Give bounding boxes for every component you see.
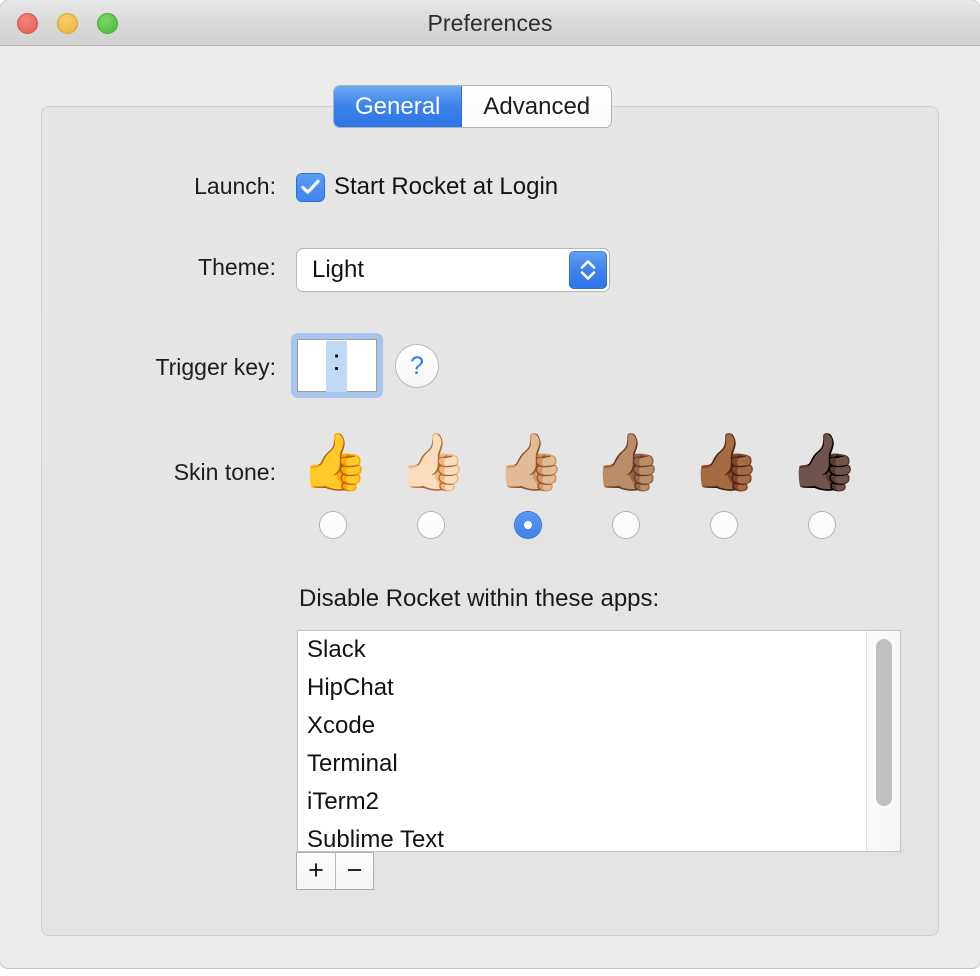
tab-advanced[interactable]: Advanced	[462, 86, 612, 127]
list-item[interactable]: Xcode	[298, 707, 866, 745]
chevron-up-down-glyph	[580, 260, 596, 280]
checkmark-icon	[301, 179, 320, 194]
start-at-login-checkbox[interactable]	[297, 174, 324, 201]
theme-selected-value: Light	[312, 256, 365, 283]
trigger-key-selection: :	[326, 341, 347, 392]
skin-tone-radio-4[interactable]	[613, 512, 639, 538]
skin-tone-emoji-4[interactable]: 👍🏽	[593, 427, 663, 497]
launch-label: Launch:	[194, 173, 276, 199]
minus-icon: −	[346, 855, 363, 885]
list-item[interactable]: iTerm2	[298, 783, 866, 821]
skin-tone-radio-2[interactable]	[418, 512, 444, 538]
disabled-apps-items: Slack HipChat Xcode Terminal iTerm2 Subl…	[298, 631, 866, 851]
plus-icon: +	[308, 855, 324, 885]
skin-tone-emoji-3[interactable]: 👍🏼	[496, 427, 566, 497]
skin-tone-emoji-5[interactable]: 👍🏾	[691, 427, 761, 497]
skin-tone-emoji-1[interactable]: 👍	[300, 427, 370, 497]
titlebar: Preferences	[0, 0, 980, 46]
list-item[interactable]: Terminal	[298, 745, 866, 783]
list-edit-buttons: + −	[297, 853, 373, 889]
trigger-key-input[interactable]: :	[297, 339, 377, 392]
skin-tone-radio-6[interactable]	[809, 512, 835, 538]
disable-apps-caption: Disable Rocket within these apps:	[299, 585, 660, 612]
skin-tone-emoji-6[interactable]: 👍🏿	[789, 427, 859, 497]
preferences-window: Preferences General Advanced Launch: Sta…	[0, 0, 980, 968]
trigger-key-field[interactable]: :	[291, 333, 383, 398]
help-button[interactable]: ?	[396, 345, 438, 387]
trigger-key-label: Trigger key:	[155, 354, 276, 380]
theme-label: Theme:	[198, 254, 276, 280]
tab-general[interactable]: General	[334, 86, 463, 127]
skin-tone-radio-1[interactable]	[320, 512, 346, 538]
list-scrollbar[interactable]	[866, 631, 900, 851]
window-title: Preferences	[427, 10, 553, 36]
add-app-button[interactable]: +	[297, 853, 335, 889]
trigger-key-value: :	[332, 344, 341, 377]
list-item[interactable]: HipChat	[298, 669, 866, 707]
chevron-up-down-icon[interactable]	[569, 251, 607, 289]
list-item[interactable]: Slack	[298, 631, 866, 669]
skin-tone-radio-5[interactable]	[711, 512, 737, 538]
list-item[interactable]: Sublime Text	[298, 821, 866, 851]
tab-bar: General Advanced	[334, 86, 612, 127]
skin-tone-emoji-2[interactable]: 👍🏻	[398, 427, 468, 497]
skin-tone-radio-3[interactable]	[515, 512, 541, 538]
start-at-login-label[interactable]: Start Rocket at Login	[334, 173, 558, 201]
list-scrollbar-thumb[interactable]	[876, 639, 892, 806]
theme-popup-button[interactable]: Light	[297, 249, 609, 291]
disabled-apps-list[interactable]: Slack HipChat Xcode Terminal iTerm2 Subl…	[297, 630, 901, 852]
skin-tone-label: Skin tone:	[173, 459, 276, 485]
remove-app-button[interactable]: −	[335, 853, 373, 889]
